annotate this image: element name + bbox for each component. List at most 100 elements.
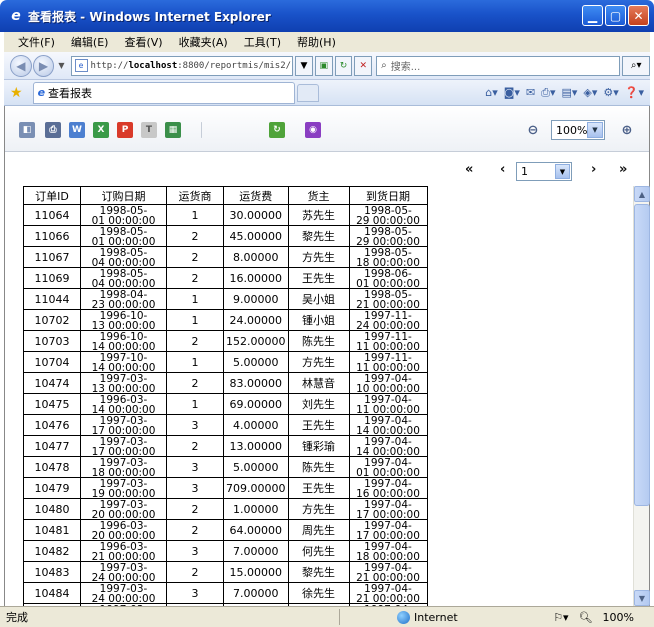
zoom-out-icon[interactable]: ⊖ bbox=[525, 122, 541, 138]
next-page-button[interactable]: › bbox=[591, 162, 596, 177]
table-row: 10703 1996-10- 14 00:00:00 2 152.00000 陈先生 19… bbox=[23, 330, 428, 352]
date-text: 1997-04- 10 00:00:00 bbox=[356, 374, 420, 393]
zoom-level-icon[interactable]: 🔍︎ bbox=[579, 611, 593, 624]
export-pdf-icon[interactable]: P bbox=[117, 122, 133, 138]
status-zoom-value[interactable]: 100% bbox=[603, 611, 634, 624]
first-page-button[interactable]: « bbox=[465, 162, 473, 177]
scroll-down-icon[interactable]: ▼ bbox=[634, 590, 650, 606]
table-cell: 8.00000 bbox=[223, 246, 289, 268]
refresh-report-icon[interactable]: ↻ bbox=[269, 122, 285, 138]
menu-help[interactable]: 帮助(H) bbox=[289, 34, 344, 50]
export-excel-icon[interactable]: X bbox=[93, 122, 109, 138]
date-text: 1997-03- 19 00:00:00 bbox=[91, 479, 156, 498]
scroll-up-icon[interactable]: ▲ bbox=[634, 186, 650, 202]
menu-view[interactable]: 查看(V) bbox=[116, 34, 170, 50]
zoom-in-icon[interactable]: ⊕ bbox=[619, 122, 635, 138]
table-row: 10475 1996-03- 14 00:00:00 1 69.00000 刘先生 199… bbox=[23, 393, 428, 415]
rss-icon[interactable]: ◉ bbox=[305, 122, 321, 138]
home-icon[interactable]: ⌂▾ bbox=[485, 86, 498, 99]
menu-favorites[interactable]: 收藏夹(A) bbox=[171, 34, 236, 50]
preview-icon[interactable]: ◧ bbox=[19, 122, 35, 138]
print-report-icon[interactable]: ⎙ bbox=[45, 122, 61, 138]
export-text-icon[interactable]: T bbox=[141, 122, 157, 138]
table-row: 10480 1997-03- 20 00:00:00 2 1.00000 方先生 1997… bbox=[23, 498, 428, 520]
table-cell: 1998-05- 21 00:00:00 bbox=[348, 288, 428, 310]
url-dropdown-button[interactable]: ▼ bbox=[295, 55, 313, 76]
compat-view-icon[interactable]: ▣ bbox=[314, 55, 333, 76]
window-controls: ▁ ▢ ✕ bbox=[582, 5, 649, 26]
table-cell: 64.00000 bbox=[223, 519, 289, 541]
close-button[interactable]: ✕ bbox=[628, 5, 649, 26]
menu-tools[interactable]: 工具(T) bbox=[236, 34, 289, 50]
table-row: 11064 1998-05- 01 00:00:00 1 30.00000 苏先生 199… bbox=[23, 204, 428, 226]
report-toolbar: ◧ ⎙ W X P T ▦ ↻ ◉ ⊖ 100% ▼ ⊕ bbox=[5, 106, 649, 152]
date-text: 1997-03- 24 00:00:00 bbox=[91, 563, 156, 582]
date-text: 1998-05- 29 00:00:00 bbox=[356, 206, 420, 225]
table-cell: 1 bbox=[166, 288, 224, 310]
menu-bar: 文件(F) 编辑(E) 查看(V) 收藏夹(A) 工具(T) 帮助(H) bbox=[4, 32, 650, 52]
table-cell: 1997-03- 13 00:00:00 bbox=[80, 372, 167, 394]
date-text: 1996-03- 21 00:00:00 bbox=[91, 542, 156, 561]
search-input[interactable]: ⌕ 搜索... bbox=[376, 55, 621, 76]
ie-logo-icon: e bbox=[11, 8, 21, 24]
table-cell: 10484 bbox=[23, 582, 81, 604]
stop-icon[interactable]: ✕ bbox=[354, 55, 373, 76]
table-row: 10477 1997-03- 17 00:00:00 2 13.00000 锺彩瑜 199… bbox=[23, 435, 428, 457]
favorites-star-icon[interactable]: ★ bbox=[10, 85, 23, 101]
page-number-select[interactable]: 1 ▼ bbox=[516, 162, 572, 181]
protected-mode-icon[interactable]: ⚐▾ bbox=[553, 611, 568, 624]
prev-page-button[interactable]: ‹ bbox=[500, 162, 505, 177]
history-dropdown-icon[interactable]: ▼ bbox=[58, 61, 64, 70]
forward-button[interactable]: ▶ bbox=[32, 54, 55, 77]
status-zoom[interactable]: ⚐▾ 🔍︎ 100% bbox=[553, 611, 634, 624]
table-cell: 30.00000 bbox=[223, 204, 289, 226]
search-button[interactable]: ⌕▾ bbox=[622, 55, 650, 76]
tab-report[interactable]: e 查看报表 bbox=[32, 81, 295, 104]
zoom-select[interactable]: 100% ▼ bbox=[551, 120, 605, 140]
globe-icon bbox=[397, 610, 410, 624]
chevron-down-icon: ▼ bbox=[555, 164, 570, 179]
zone-label: Internet bbox=[414, 610, 458, 624]
table-cell: 2 bbox=[166, 225, 224, 247]
table-row: 11066 1998-05- 01 00:00:00 2 45.00000 黎先生 199… bbox=[23, 225, 428, 247]
export-word-icon[interactable]: W bbox=[69, 122, 85, 138]
menu-file[interactable]: 文件(F) bbox=[10, 34, 63, 50]
safety-icon[interactable]: ◈▾ bbox=[583, 86, 597, 99]
table-row: 10704 1997-10- 14 00:00:00 1 5.00000 方先生 1997… bbox=[23, 351, 428, 373]
menu-edit[interactable]: 编辑(E) bbox=[63, 34, 117, 50]
help-icon[interactable]: ❓▾ bbox=[625, 86, 644, 99]
scroll-thumb[interactable] bbox=[634, 204, 650, 506]
vertical-scrollbar[interactable]: ▲ ▼ bbox=[633, 186, 650, 606]
url-prefix: http:// bbox=[90, 60, 129, 71]
last-page-button[interactable]: » bbox=[619, 162, 627, 177]
feeds-icon[interactable]: ◙▾ bbox=[504, 86, 520, 99]
page-menu-icon[interactable]: ▤▾ bbox=[561, 86, 577, 99]
mail-icon[interactable]: ✉ bbox=[526, 86, 535, 99]
table-cell: 11044 bbox=[23, 288, 81, 310]
zoom-value: 100% bbox=[556, 123, 588, 137]
table-cell: 1997-04- 17 00:00:00 bbox=[348, 498, 428, 520]
url-input[interactable]: e http://localhost:8800/reportmis/mis2/ bbox=[70, 55, 294, 76]
table-cell: 1997-10- 14 00:00:00 bbox=[80, 351, 167, 373]
date-text: 1997-04- 21 00:00:00 bbox=[356, 563, 420, 582]
table-cell: 10483 bbox=[23, 561, 81, 583]
date-text: 1997-04- 17 00:00:00 bbox=[356, 500, 420, 519]
print-icon[interactable]: ⎙▾ bbox=[541, 86, 555, 100]
export-image-icon[interactable]: ▦ bbox=[165, 122, 181, 138]
table-cell: 刘先生 bbox=[287, 393, 350, 415]
table-cell: 10478 bbox=[23, 456, 81, 478]
table-cell: 45.00000 bbox=[223, 225, 289, 247]
minimize-button[interactable]: ▁ bbox=[582, 5, 603, 26]
page-number: 1 bbox=[521, 165, 528, 178]
url-host: localhost bbox=[128, 60, 178, 71]
table-cell: 2 bbox=[166, 498, 224, 520]
date-text: 1998-05- 21 00:00:00 bbox=[356, 290, 420, 309]
maximize-button[interactable]: ▢ bbox=[605, 5, 626, 26]
back-button[interactable]: ◀ bbox=[10, 54, 32, 77]
refresh-icon[interactable]: ↻ bbox=[334, 55, 353, 76]
table-cell: 3 bbox=[166, 477, 224, 499]
tools-gear-icon[interactable]: ⚙▾ bbox=[603, 86, 618, 99]
date-text: 1998-05- 01 00:00:00 bbox=[91, 206, 156, 225]
new-tab-button[interactable] bbox=[296, 83, 319, 102]
table-cell: 1996-03- 14 00:00:00 bbox=[80, 393, 167, 415]
